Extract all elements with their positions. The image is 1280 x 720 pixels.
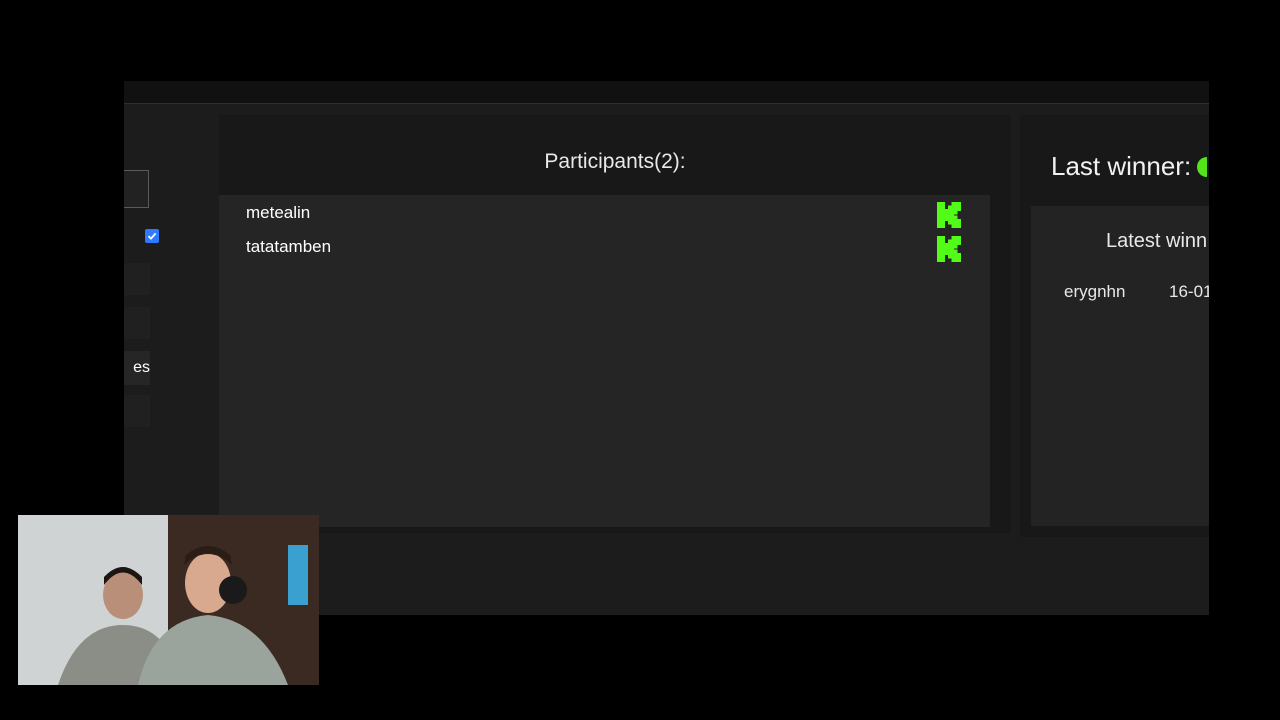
participant-name: metealin: [246, 203, 311, 222]
left-control-3[interactable]: [124, 395, 150, 427]
left-control-button[interactable]: es: [124, 351, 150, 385]
winner-indicator: [1197, 157, 1208, 177]
latest-winners-box: Latest winn erygnhn 16-01: [1031, 206, 1209, 526]
last-winner-label: Last winner:: [1051, 151, 1192, 181]
left-control-2[interactable]: [124, 307, 150, 339]
latest-winner-name: erygnhn: [1064, 282, 1126, 301]
webcam-overlay: [18, 515, 319, 685]
latest-winner-date: 16-01: [1169, 282, 1209, 301]
webcam-people-image: [18, 515, 319, 685]
latest-winners-title: Latest winn: [1106, 230, 1208, 252]
winner-panel: Last winner: Latest winn erygnhn 16-01: [1020, 115, 1209, 537]
checkmark-icon: [147, 232, 157, 240]
left-input-field[interactable]: [124, 170, 149, 208]
participants-panel: Participants(2): metealin tatatamben: [219, 115, 1011, 533]
left-control-1[interactable]: [124, 263, 150, 295]
participant-row[interactable]: tatatamben: [219, 231, 990, 265]
kick-icon: [937, 202, 961, 228]
last-winner-heading: Last winner:: [1051, 151, 1208, 182]
option-checkbox[interactable]: [145, 229, 159, 243]
participants-title: Participants(2):: [544, 150, 686, 173]
participant-row[interactable]: metealin: [219, 197, 990, 231]
top-bar: [124, 81, 1209, 104]
left-control-button-label: es: [133, 359, 150, 376]
kick-icon: [937, 236, 961, 262]
participant-name: tatatamben: [246, 237, 332, 256]
participants-list: metealin tatatamben: [219, 195, 990, 527]
